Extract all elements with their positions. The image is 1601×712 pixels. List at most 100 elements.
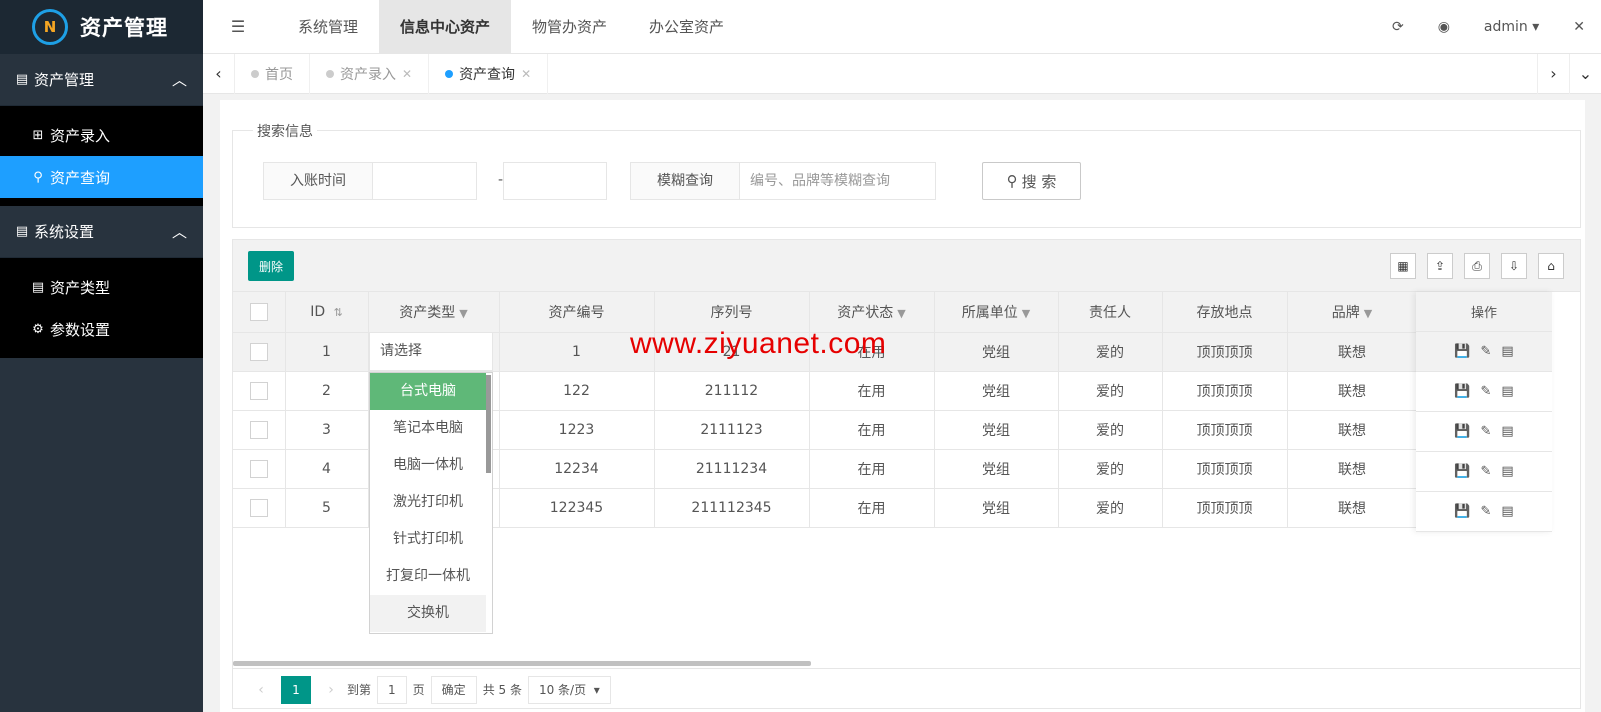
cell-owner: 爱的 [1058, 332, 1163, 372]
watermark: www.ziyuanet.com [630, 327, 887, 360]
menu-toggle-icon[interactable]: ☰ [213, 17, 263, 36]
sidebar-item-asset-entry[interactable]: ⊞ 资产录入 [0, 114, 203, 156]
detail-icon[interactable]: ▤ [1501, 344, 1513, 359]
dropdown-scrollbar[interactable] [486, 375, 491, 473]
page-current[interactable]: 1 [281, 675, 311, 704]
sort-icon[interactable]: ⇅ [334, 306, 343, 319]
cell-unit: 党组 [934, 371, 1059, 411]
option-all-in-one[interactable]: 电脑一体机 [370, 447, 486, 484]
col-serial: 序列号 [654, 292, 810, 333]
close-icon[interactable]: ✕ [402, 67, 412, 81]
edit-icon[interactable]: ✎ [1480, 344, 1491, 359]
goto-page-input[interactable]: 1 [377, 675, 407, 704]
close-icon[interactable]: ✕ [521, 67, 531, 81]
save-icon[interactable]: 💾 [1454, 504, 1470, 519]
user-menu[interactable]: admin ▾ [1484, 19, 1539, 35]
main-content: 搜索信息 入账时间 - 模糊查询 编号、品牌等模糊查询 ⚲ 搜 索 删除 ▦ ⇪… [220, 100, 1585, 712]
topnav-item-system[interactable]: 系统管理 [277, 0, 379, 54]
row-checkbox[interactable] [249, 342, 268, 361]
theme-icon[interactable]: ◉ [1438, 19, 1450, 35]
tab-home[interactable]: 首页 [235, 53, 310, 94]
filter-icon[interactable]: ▼ [459, 307, 467, 320]
cell-brand: 联想 [1287, 449, 1418, 489]
sidebar-item-label: 资产查询 [50, 168, 111, 187]
row-checkbox[interactable] [249, 420, 268, 439]
col-type[interactable]: 资产类型 ▼ [368, 292, 500, 333]
fuzzy-label: 模糊查询 [630, 162, 740, 200]
filter-icon[interactable]: ▼ [1022, 307, 1030, 320]
select-all-checkbox[interactable] [233, 292, 286, 333]
row-actions: 💾 ✎ ▤ [1416, 332, 1552, 372]
download-icon[interactable]: ⇩ [1501, 253, 1527, 279]
option-laser-printer[interactable]: 激光打印机 [370, 484, 486, 521]
edit-icon[interactable]: ✎ [1480, 384, 1491, 399]
detail-icon[interactable]: ▤ [1501, 424, 1513, 439]
print-settings-icon[interactable]: ⌂ [1538, 253, 1564, 279]
edit-icon[interactable]: ✎ [1480, 464, 1491, 479]
goto-confirm-button[interactable]: 确定 [430, 675, 477, 704]
col-unit[interactable]: 所属单位 ▼ [934, 292, 1059, 333]
tabs-menu-icon[interactable]: ⌄ [1569, 53, 1601, 94]
sidebar: N 资产管理 ▤ 资产管理 ︿ ⊞ 资产录入 ⚲ 资产查询 ▤ 系统设置 ︿ ▤ 资… [0, 0, 203, 712]
save-icon[interactable]: 💾 [1454, 384, 1470, 399]
search-panel: 搜索信息 入账时间 - 模糊查询 编号、品牌等模糊查询 ⚲ 搜 索 [232, 121, 1581, 228]
search-legend: 搜索信息 [253, 121, 317, 141]
col-brand[interactable]: 品牌 ▼ [1287, 292, 1418, 333]
edit-icon[interactable]: ✎ [1480, 424, 1491, 439]
fullscreen-icon[interactable]: ✕ [1573, 19, 1585, 35]
date-end-input[interactable] [503, 162, 607, 200]
export-icon[interactable]: ⇪ [1427, 253, 1453, 279]
detail-icon[interactable]: ▤ [1501, 504, 1513, 519]
prev-page-icon[interactable]: ‹ [245, 676, 277, 704]
refresh-icon[interactable]: ⟳ [1392, 19, 1404, 35]
pagination: ‹ 1 › 到第 1 页 确定 共 5 条 10 条/页 ▾ [233, 668, 1580, 710]
date-start-input[interactable] [373, 162, 477, 200]
option-desktop[interactable]: 台式电脑 [370, 373, 486, 410]
search-button[interactable]: ⚲ 搜 索 [982, 162, 1081, 200]
row-checkbox[interactable] [249, 381, 268, 400]
columns-icon[interactable]: ▦ [1390, 253, 1416, 279]
tabs-prev-icon[interactable]: ‹ [203, 53, 235, 94]
asset-table: 删除 ▦ ⇪ ⎙ ⇩ ⌂ ID ⇅ 资产类型 ▼ 资产编号 序列号 资产状态 ▼… [232, 239, 1581, 709]
sidebar-item-asset-query[interactable]: ⚲ 资产查询 [0, 156, 203, 198]
option-dot-matrix-printer[interactable]: 针式打印机 [370, 521, 486, 558]
row-checkbox[interactable] [249, 498, 268, 517]
option-laptop[interactable]: 笔记本电脑 [370, 410, 486, 447]
save-icon[interactable]: 💾 [1454, 344, 1470, 359]
sidebar-group-asset-management[interactable]: ▤ 资产管理 ︿ [0, 54, 203, 106]
topnav-item-info-center[interactable]: 信息中心资产 [379, 0, 512, 54]
brand[interactable]: N 资产管理 [0, 0, 203, 54]
print-icon[interactable]: ⎙ [1464, 253, 1490, 279]
page-size-select[interactable]: 10 条/页 ▾ [527, 675, 611, 704]
caret-down-icon: ▾ [593, 682, 600, 697]
sidebar-group-system-settings[interactable]: ▤ 系统设置 ︿ [0, 206, 203, 258]
filter-icon[interactable]: ▼ [1364, 307, 1372, 320]
table-header-row: ID ⇅ 资产类型 ▼ 资产编号 序列号 资产状态 ▼ 所属单位 ▼ 责任人 存放地点… [233, 292, 1418, 333]
topnav-item-office[interactable]: 办公室资产 [628, 0, 745, 54]
option-switch[interactable]: 交换机 [370, 595, 486, 632]
filter-icon[interactable]: ▼ [897, 307, 905, 320]
horizontal-scrollbar[interactable] [233, 661, 811, 666]
sidebar-item-asset-type[interactable]: ▤ 资产类型 [0, 266, 203, 308]
detail-icon[interactable]: ▤ [1501, 464, 1513, 479]
cell-code: 1223 [499, 410, 655, 450]
save-icon[interactable]: 💾 [1454, 424, 1470, 439]
col-id[interactable]: ID ⇅ [285, 292, 369, 333]
save-icon[interactable]: 💾 [1454, 464, 1470, 479]
tabs-next-icon[interactable]: › [1537, 53, 1569, 94]
fuzzy-search-input[interactable]: 编号、品牌等模糊查询 [740, 162, 936, 200]
chevron-up-icon: ︿ [171, 71, 187, 89]
option-mfp[interactable]: 打复印一体机 [370, 558, 486, 595]
col-status[interactable]: 资产状态 ▼ [809, 292, 935, 333]
topnav-item-property-office[interactable]: 物管办资产 [511, 0, 628, 54]
delete-button[interactable]: 删除 [248, 251, 294, 281]
next-page-icon[interactable]: › [315, 676, 347, 704]
detail-icon[interactable]: ▤ [1501, 384, 1513, 399]
tab-asset-query[interactable]: 资产查询 ✕ [429, 53, 549, 94]
row-checkbox[interactable] [249, 459, 268, 478]
edit-icon[interactable]: ✎ [1480, 504, 1491, 519]
cell-id: 2 [285, 371, 369, 411]
sidebar-item-params[interactable]: ⚙ 参数设置 [0, 308, 203, 350]
tab-asset-entry[interactable]: 资产录入 ✕ [310, 53, 430, 94]
asset-type-select[interactable]: 请选择 [369, 332, 493, 371]
